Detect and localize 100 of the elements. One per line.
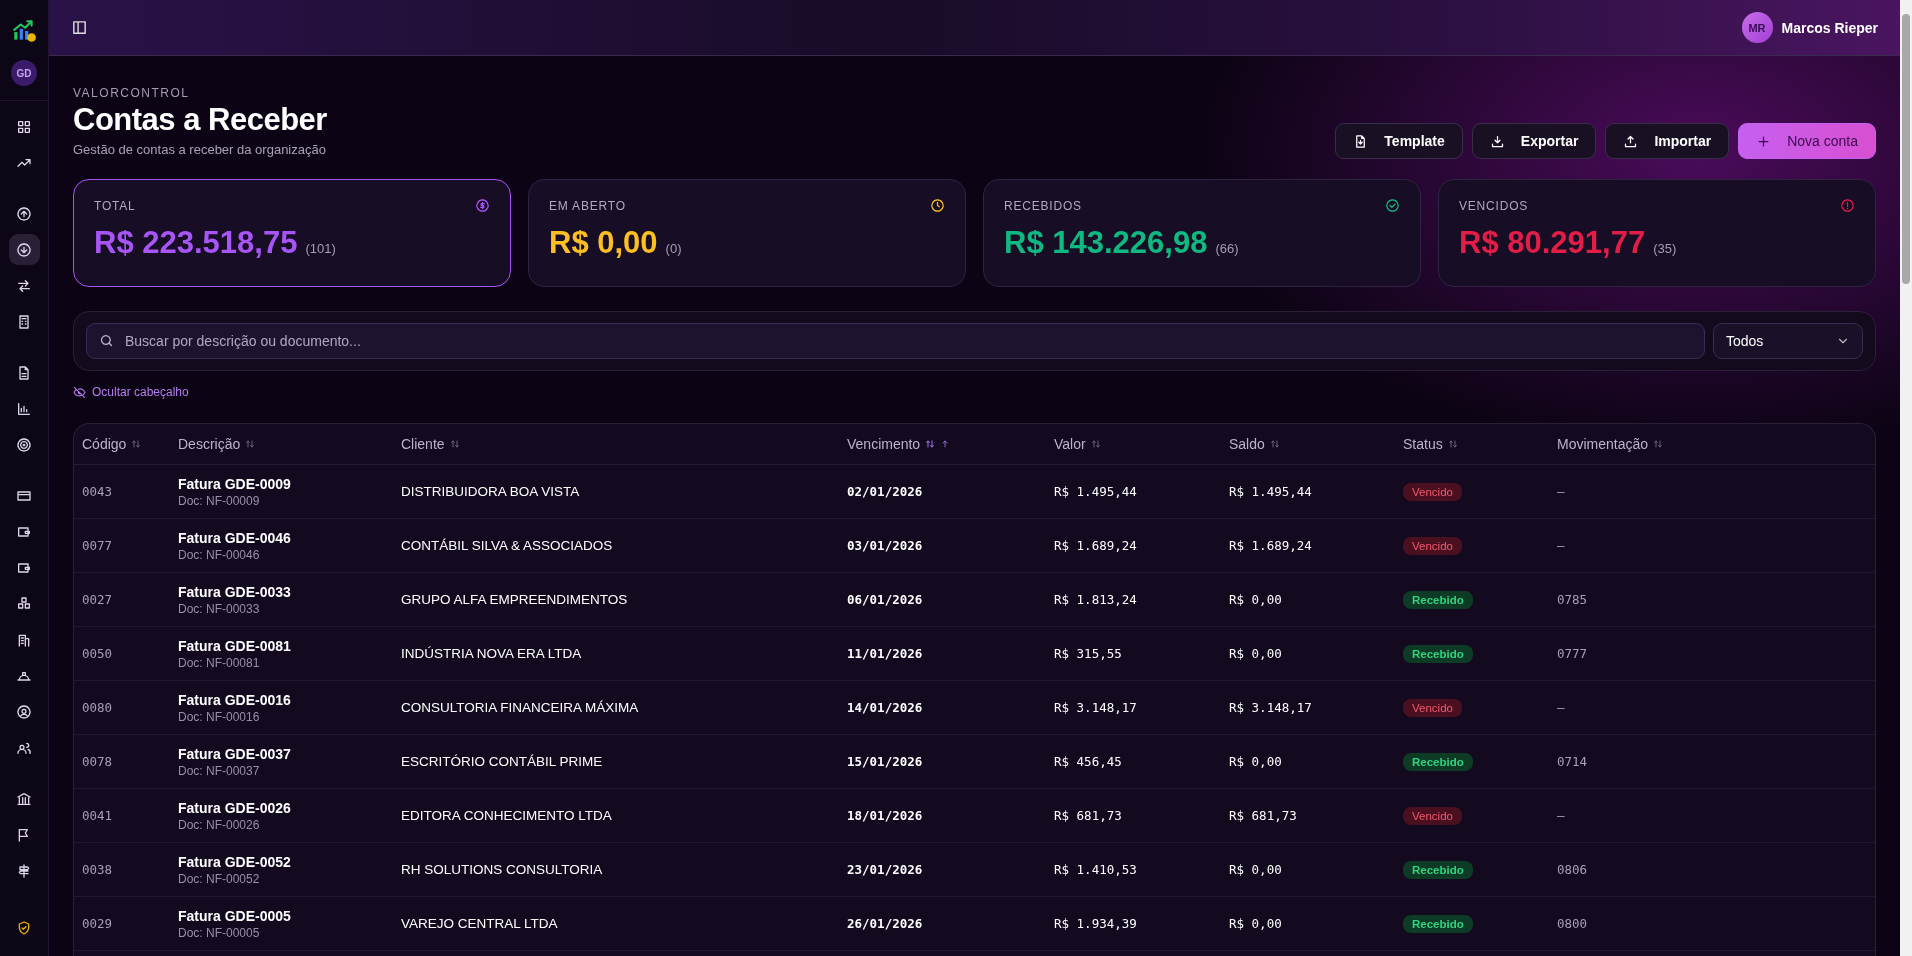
due-date-cell: 18/01/2026 (847, 808, 923, 823)
user-avatar[interactable]: MR (1741, 12, 1773, 43)
code-cell: 0078 (82, 754, 113, 769)
due-date-cell: 06/01/2026 (847, 592, 923, 607)
balance-cell: R$ 0,00 (1229, 754, 1282, 769)
column-header[interactable]: Saldo (1221, 424, 1395, 464)
balance-cell: R$ 1.689,24 (1229, 538, 1312, 553)
summary-card[interactable]: VENCIDOS R$ 80.291,77 (35) (1438, 179, 1876, 287)
sort-icon (1268, 438, 1281, 450)
status-badge: Vencido (1403, 482, 1462, 501)
code-cell: 0041 (82, 808, 113, 823)
status-badge: Vencido (1403, 698, 1462, 717)
search-icon (99, 333, 114, 348)
user-name[interactable]: Marcos Rieper (1781, 19, 1878, 36)
status-badge: Recebido (1403, 752, 1473, 771)
boxes-icon (16, 595, 32, 612)
balance-cell: R$ 0,00 (1229, 862, 1282, 877)
code-cell: 0038 (82, 862, 113, 877)
hide-header-link[interactable]: Ocultar cabeçalho (73, 385, 189, 399)
document-number: Doc: NF-00046 (178, 547, 260, 562)
movement-cell: 0777 (1557, 646, 1588, 661)
movement-cell: 0800 (1557, 916, 1588, 931)
column-header[interactable]: Valor (1046, 424, 1221, 464)
column-header[interactable]: Código (74, 424, 170, 464)
summary-card[interactable]: TOTAL R$ 223.518,75 (101) (73, 179, 511, 287)
column-header[interactable]: Descrição (170, 424, 393, 464)
bar-chart-icon (16, 400, 32, 417)
balance-cell: R$ 3.148,17 (1229, 700, 1312, 715)
description-cell: Fatura GDE-0005 (178, 907, 291, 924)
page-title: Contas a Receber (73, 102, 327, 138)
summary-card[interactable]: RECEBIDOS R$ 143.226,98 (66) (983, 179, 1421, 287)
target-icon (16, 436, 32, 453)
card-value: R$ 0,00 (549, 225, 658, 261)
column-header[interactable]: Movimentação (1549, 424, 1875, 464)
scrollbar[interactable] (1900, 0, 1912, 956)
balance-cell: R$ 681,73 (1229, 808, 1297, 823)
value-cell: R$ 1.495,44 (1054, 484, 1137, 499)
column-header[interactable]: Vencimento (839, 424, 1046, 464)
movement-cell: 0714 (1557, 754, 1588, 769)
value-cell: R$ 1.934,39 (1054, 916, 1137, 931)
sidebar-item[interactable] (8, 234, 40, 265)
client-cell: EDITORA CONHECIMENTO LTDA (401, 808, 612, 823)
client-cell: ESCRITÓRIO CONTÁBIL PRIME (401, 754, 603, 769)
action-button[interactable]: Importar (1605, 123, 1730, 159)
new-account-button[interactable]: Nova conta (1738, 123, 1876, 159)
balance-cell: R$ 0,00 (1229, 646, 1282, 661)
column-header[interactable]: Status (1395, 424, 1549, 464)
document-number: Doc: NF-00033 (178, 601, 260, 616)
sort-icon (448, 438, 461, 450)
sidebar-toggle-icon[interactable] (71, 19, 88, 36)
upload-icon (1623, 133, 1639, 149)
client-cell: CONTÁBIL SILVA & ASSOCIADOS (401, 538, 613, 553)
balance-cell: R$ 0,00 (1229, 592, 1282, 607)
balance-cell: R$ 1.495,44 (1229, 484, 1312, 499)
description-cell: Fatura GDE-0037 (178, 745, 291, 762)
value-cell: R$ 3.148,17 (1054, 700, 1137, 715)
search-field[interactable]: Buscar por descrição ou documento... (86, 323, 1705, 359)
description-cell: Fatura GDE-0026 (178, 799, 291, 816)
summary-card[interactable]: EM ABERTO R$ 0,00 (0) (528, 179, 966, 287)
code-cell: 0027 (82, 592, 113, 607)
value-cell: R$ 1.410,53 (1054, 862, 1137, 877)
client-cell: RH SOLUTIONS CONSULTORIA (401, 862, 603, 877)
status-badge: Recebido (1403, 590, 1473, 609)
document-number: Doc: NF-00052 (178, 871, 260, 886)
document-number: Doc: NF-00016 (178, 709, 260, 724)
arrow-up-icon (940, 439, 951, 449)
value-cell: R$ 456,45 (1054, 754, 1122, 769)
card-label: TOTAL (94, 198, 136, 213)
due-date-cell: 23/01/2026 (847, 862, 923, 877)
org-avatar[interactable]: GD (11, 60, 37, 86)
card-label: VENCIDOS (1459, 198, 1529, 213)
app-name: VALORCONTROL (73, 86, 191, 100)
description-cell: Fatura GDE-0009 (178, 475, 291, 492)
code-cell: 0080 (82, 700, 113, 715)
column-header[interactable]: Cliente (393, 424, 839, 464)
status-badge: Vencido (1403, 806, 1462, 825)
value-cell: R$ 1.689,24 (1054, 538, 1137, 553)
document-number: Doc: NF-00026 (178, 817, 260, 832)
due-date-cell: 14/01/2026 (847, 700, 923, 715)
action-button[interactable]: Exportar (1471, 123, 1597, 159)
movement-cell: 0785 (1557, 592, 1588, 607)
calculator-icon (16, 313, 32, 330)
movement-cell: 0806 (1557, 862, 1588, 877)
bank-icon (16, 790, 32, 807)
sort-icon (130, 438, 143, 450)
due-date-cell: 11/01/2026 (847, 646, 923, 661)
status-badge: Recebido (1403, 860, 1473, 879)
action-button[interactable]: Template (1335, 123, 1463, 159)
status-badge: Recebido (1403, 914, 1473, 933)
code-cell: 0077 (82, 538, 113, 553)
code-cell: 0050 (82, 646, 113, 661)
sort-icon (1652, 438, 1665, 450)
status-badge: Vencido (1403, 536, 1462, 555)
value-cell: R$ 681,73 (1054, 808, 1122, 823)
movement-cell: — (1557, 538, 1565, 553)
due-date-cell: 03/01/2026 (847, 538, 923, 553)
shield-icon[interactable] (16, 920, 32, 936)
description-cell: Fatura GDE-0052 (178, 853, 291, 870)
status-select[interactable]: Todos (1713, 323, 1863, 359)
card-count: (101) (305, 241, 336, 256)
